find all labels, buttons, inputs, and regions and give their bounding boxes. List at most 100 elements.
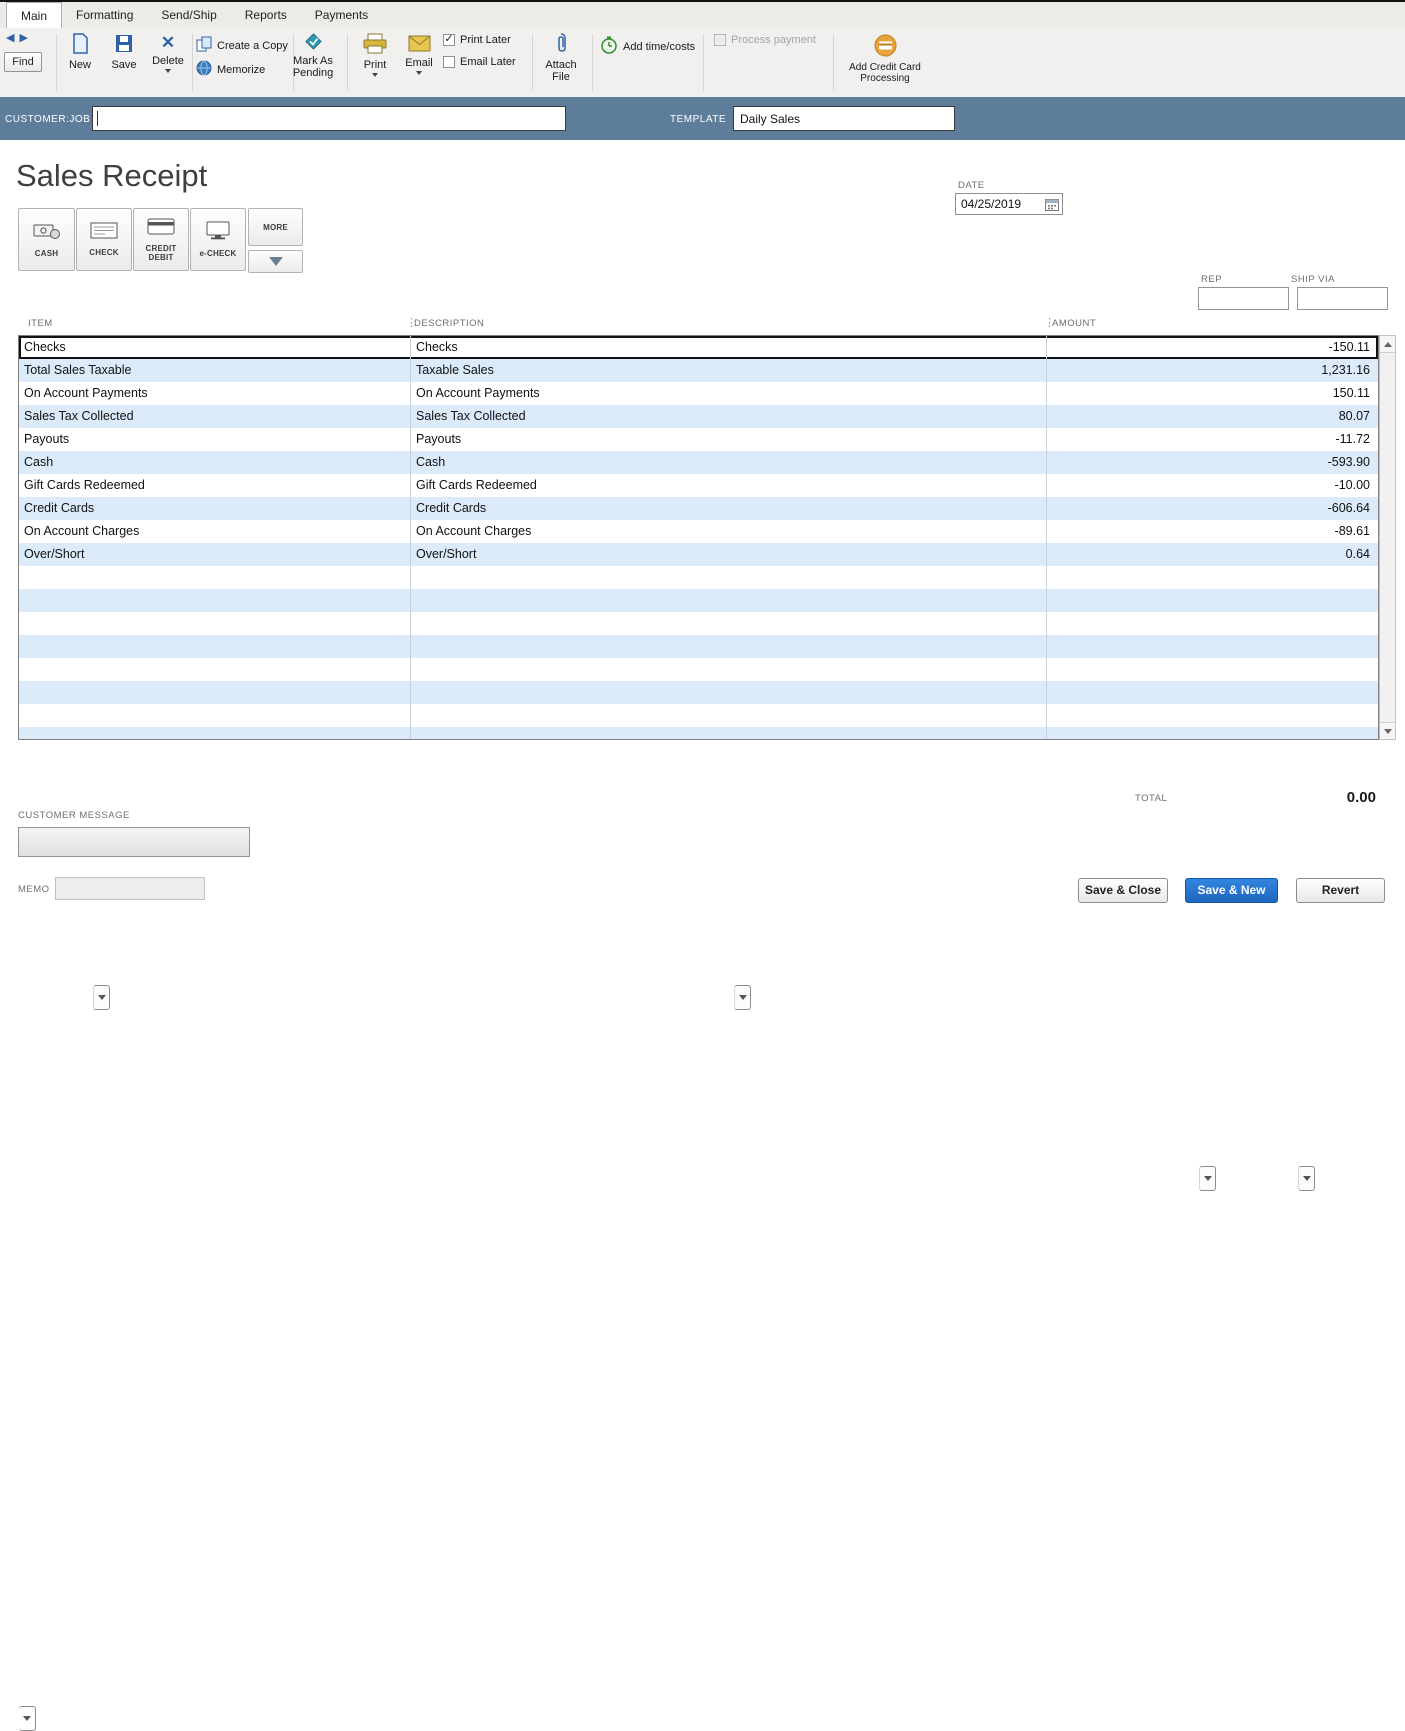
item-cell[interactable]: On Account Payments [19,382,411,405]
save-button[interactable]: Save [106,33,142,71]
table-row[interactable] [19,658,1378,681]
new-button[interactable]: New [62,33,98,71]
chevron-down-icon[interactable] [1199,1166,1216,1191]
amount-cell[interactable]: 80.07 [1047,405,1378,428]
chevron-down-icon[interactable] [19,1706,36,1731]
tab-formatting[interactable]: Formatting [62,2,147,28]
description-cell[interactable] [411,681,1047,704]
amount-cell[interactable] [1047,566,1378,589]
description-cell[interactable] [411,658,1047,681]
amount-cell[interactable]: 150.11 [1047,382,1378,405]
table-row[interactable] [19,727,1378,740]
create-copy-button[interactable]: Create a Copy [196,36,288,55]
table-row[interactable] [19,635,1378,658]
forward-arrow-icon[interactable]: ▶ [19,31,27,45]
description-cell[interactable] [411,635,1047,658]
payment-methods-expand-button[interactable] [248,250,303,273]
amount-cell[interactable]: 1,231.16 [1047,359,1378,382]
memorize-button[interactable]: Memorize [196,60,265,79]
item-cell[interactable] [19,635,411,658]
item-cell[interactable] [19,589,411,612]
description-cell[interactable]: Sales Tax Collected [411,405,1047,428]
chevron-down-icon[interactable] [93,985,110,1010]
item-cell[interactable] [19,681,411,704]
item-cell[interactable]: Credit Cards [19,497,411,520]
save-and-new-button[interactable]: Save & New [1185,878,1278,903]
table-row[interactable]: PayoutsPayouts-11.72 [19,428,1378,451]
print-later-checkbox[interactable]: ✓ [443,34,455,46]
description-cell[interactable]: On Account Charges [411,520,1047,543]
table-row[interactable]: Gift Cards RedeemedGift Cards Redeemed-1… [19,474,1378,497]
description-cell[interactable] [411,566,1047,589]
revert-button[interactable]: Revert [1296,878,1385,903]
item-cell[interactable] [19,704,411,727]
amount-cell[interactable] [1047,589,1378,612]
scroll-up-button[interactable] [1380,336,1395,353]
description-cell[interactable]: Gift Cards Redeemed [411,474,1047,497]
description-cell[interactable] [411,704,1047,727]
table-row[interactable]: On Account ChargesOn Account Charges-89.… [19,520,1378,543]
payment-method-credit-debit-button[interactable]: CREDIT DEBIT [133,208,189,271]
amount-cell[interactable]: -10.00 [1047,474,1378,497]
table-row[interactable] [19,704,1378,727]
add-credit-card-processing-button[interactable]: Add Credit Card Processing [828,34,942,84]
print-button[interactable]: Print [356,33,394,77]
customer-message-combo[interactable] [18,827,250,857]
amount-cell[interactable] [1047,681,1378,704]
payment-method-cash-button[interactable]: CASH [18,208,75,271]
table-row[interactable]: Sales Tax CollectedSales Tax Collected80… [19,405,1378,428]
description-cell[interactable]: Payouts [411,428,1047,451]
description-cell[interactable]: Credit Cards [411,497,1047,520]
table-row[interactable]: Over/ShortOver/Short0.64 [19,543,1378,566]
memo-input[interactable] [55,877,205,900]
more-payment-methods-button[interactable]: MORE [248,208,303,246]
item-cell[interactable] [19,658,411,681]
print-later-option[interactable]: ✓ Print Later [443,34,511,46]
item-cell[interactable]: Over/Short [19,543,411,566]
date-field[interactable]: 04/25/2019 [955,193,1063,215]
table-row[interactable] [19,589,1378,612]
amount-cell[interactable]: -606.64 [1047,497,1378,520]
item-cell[interactable]: Sales Tax Collected [19,405,411,428]
payment-method-echeck-button[interactable]: e-CHECK [190,208,246,271]
description-cell[interactable] [411,589,1047,612]
amount-cell[interactable] [1047,658,1378,681]
amount-cell[interactable]: -150.11 [1047,336,1378,359]
table-row[interactable]: Total Sales TaxableTaxable Sales1,231.16 [19,359,1378,382]
description-cell[interactable]: Cash [411,451,1047,474]
description-cell[interactable] [411,612,1047,635]
email-later-checkbox[interactable]: ✓ [443,56,455,68]
email-later-option[interactable]: ✓ Email Later [443,56,516,68]
item-cell[interactable] [19,727,411,740]
item-cell[interactable] [19,566,411,589]
tab-send-ship[interactable]: Send/Ship [147,2,230,28]
ship-via-combo[interactable] [1297,287,1388,310]
amount-cell[interactable] [1047,704,1378,727]
save-and-close-button[interactable]: Save & Close [1078,878,1168,903]
chevron-down-icon[interactable] [1298,1166,1315,1191]
description-cell[interactable]: Taxable Sales [411,359,1047,382]
tab-main[interactable]: Main [6,2,62,28]
attach-file-button[interactable]: Attach File [538,32,584,83]
amount-cell[interactable] [1047,612,1378,635]
table-row[interactable]: On Account PaymentsOn Account Payments15… [19,382,1378,405]
add-time-costs-button[interactable]: Add time/costs [600,36,695,57]
amount-cell[interactable]: -593.90 [1047,451,1378,474]
description-cell[interactable]: Over/Short [411,543,1047,566]
amount-cell[interactable]: -89.61 [1047,520,1378,543]
table-row[interactable]: CashCash-593.90 [19,451,1378,474]
table-row[interactable]: Credit CardsCredit Cards-606.64 [19,497,1378,520]
delete-button[interactable]: ✕ Delete [149,33,187,73]
email-button[interactable]: Email [400,35,438,75]
amount-cell[interactable] [1047,635,1378,658]
item-cell[interactable]: Total Sales Taxable [19,359,411,382]
table-row[interactable] [19,681,1378,704]
description-cell[interactable] [411,727,1047,740]
item-cell[interactable]: Cash [19,451,411,474]
item-cell[interactable]: Checks [19,336,411,359]
scroll-down-button[interactable] [1380,722,1395,739]
amount-cell[interactable] [1047,727,1378,740]
mark-as-pending-button[interactable]: Mark As Pending [284,33,342,79]
tab-payments[interactable]: Payments [301,2,382,28]
tab-reports[interactable]: Reports [231,2,301,28]
